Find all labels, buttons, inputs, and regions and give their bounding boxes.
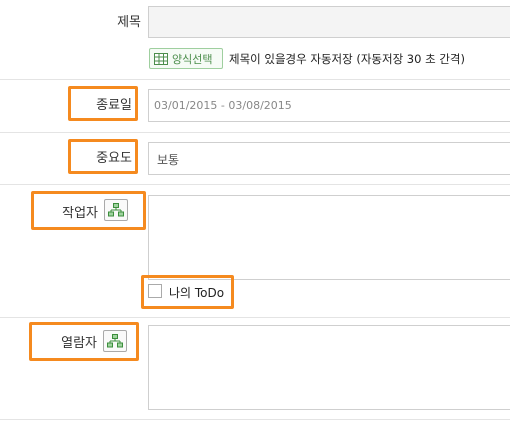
title-label: 제목: [117, 15, 141, 30]
end-date-value: 03/01/2015 - 03/08/2015: [154, 99, 292, 112]
viewer-picker-button[interactable]: [103, 330, 127, 352]
org-chart-icon: [107, 334, 123, 348]
assignee-list[interactable]: [148, 195, 510, 280]
row-divider: [0, 419, 510, 420]
priority-label: 중요도: [96, 151, 132, 166]
template-select-label: 양식선택: [172, 52, 213, 66]
priority-select[interactable]: 보통: [148, 142, 510, 175]
table-icon: [154, 52, 168, 65]
org-chart-icon: [108, 203, 124, 217]
priority-value: 보통: [157, 153, 180, 167]
my-todo-label: 나의 ToDo: [169, 286, 225, 300]
template-select-button[interactable]: 양식선택: [149, 48, 223, 69]
viewer-label: 열람자: [61, 336, 97, 351]
row-divider: [0, 317, 510, 318]
row-divider: [0, 184, 510, 185]
assignee-picker-button[interactable]: [104, 199, 128, 221]
end-date-input[interactable]: 03/01/2015 - 03/08/2015: [148, 89, 510, 122]
row-divider: [0, 79, 510, 80]
title-input[interactable]: [148, 6, 510, 38]
my-todo-checkbox[interactable]: [148, 284, 162, 298]
viewer-list[interactable]: [148, 325, 510, 410]
end-date-label: 종료일: [96, 98, 132, 113]
autosave-note: 제목이 있을경우 자동저장 (자동저장 30 초 간격): [229, 52, 465, 66]
row-divider: [0, 132, 510, 133]
assignee-label: 작업자: [62, 206, 98, 221]
